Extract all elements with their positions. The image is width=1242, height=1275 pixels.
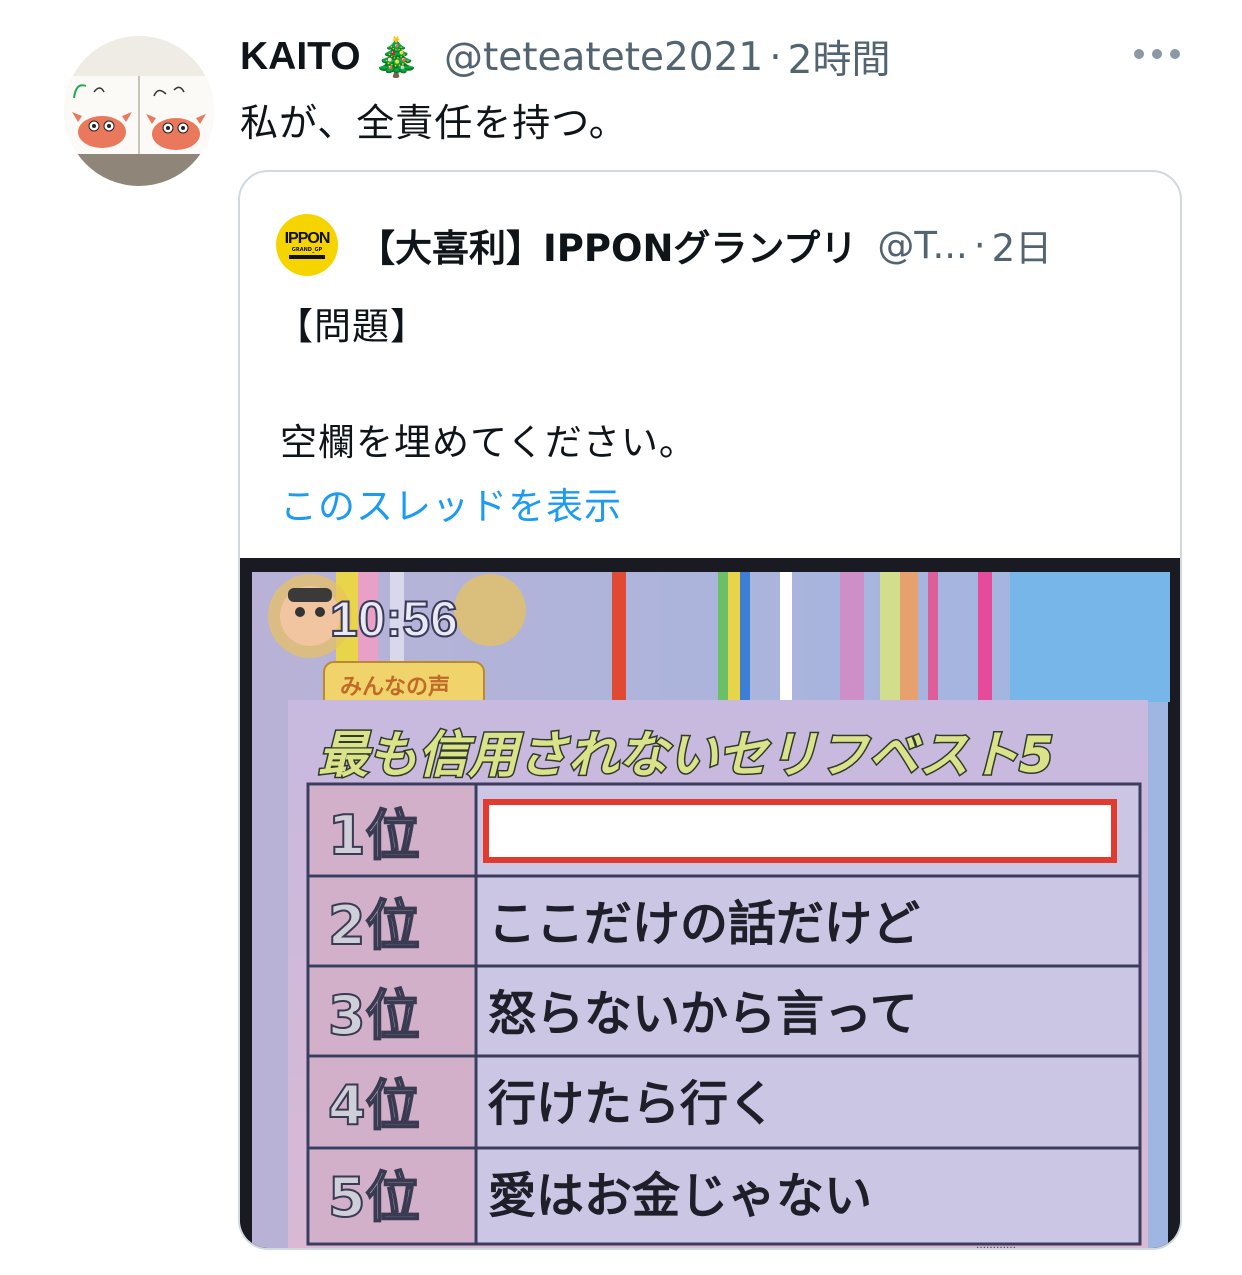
clock-text: 10:56 [330,591,458,647]
footer-caption: ………… [976,1240,1016,1250]
blank-answer-box [483,799,1117,863]
rank-label: 3位 [328,984,420,1047]
quoted-display-name[interactable]: 【大喜利】IPPONグランプリ [358,218,857,272]
christmas-tree-icon: 🎄 [372,34,420,79]
quoted-tweet-header: IPPON GRAND_GP 【大喜利】IPPONグランプリ @T... · 2… [276,214,1052,276]
dot [1170,49,1180,59]
rank-label: 1位 [328,804,420,867]
tv-ranking-screenshot: 10:56 みんなの声 最も信用されないセリフベスト5 1位 2位 3位 4位 … [240,558,1180,1250]
quoted-tweet-card[interactable]: IPPON GRAND_GP 【大喜利】IPPONグランプリ @T... · 2… [238,170,1182,1250]
ippon-logo-avatar-icon[interactable]: IPPON GRAND_GP [276,214,338,276]
rank-entry: ここだけの話だけど [488,896,920,952]
rank-label: 2位 [328,894,420,957]
separator-dot: · [769,34,782,80]
quoted-media-image[interactable]: 10:56 みんなの声 最も信用されないセリフベスト5 1位 2位 3位 4位 … [240,558,1180,1250]
rank-entry: 行けたら行く [488,1076,776,1132]
ranking-title: 最も信用されないセリフベスト5 [318,726,1054,784]
quoted-timestamp[interactable]: 2日 [992,218,1053,272]
show-thread-link[interactable]: このスレッドを表示 [280,476,622,530]
user-avatar[interactable] [64,36,214,186]
rank-entry: 愛はお金じゃない [488,1168,872,1224]
dot [1134,49,1144,59]
tweet-text: 私が、全責任を持つ。 [240,101,628,145]
rank-entry: 怒らないから言って [488,986,918,1042]
rank-label: 5位 [328,1166,420,1229]
quoted-text-line: 【問題】 [276,305,428,348]
quoted-user-handle[interactable]: @T... [877,224,968,267]
avatar-logo-text: IPPON [284,230,331,247]
more-dots-icon[interactable] [1134,43,1180,65]
avatar-logo-bar [289,255,325,259]
display-name[interactable]: KAITO [240,35,361,79]
separator-dot: · [973,223,986,267]
tweet-header: KAITO 🎄 @teteatete2021 · 2時間 [240,29,891,85]
quoted-text-line: 空欄を埋めてください。 [280,421,697,464]
avatar-logo-subtext: GRAND_GP [291,247,323,253]
dot [1152,49,1162,59]
user-handle[interactable]: @teteatete2021 [444,35,763,80]
crab-drawing-avatar-icon [64,36,214,186]
corner-badge-text: みんなの声 [340,675,450,700]
tweet-timestamp[interactable]: 2時間 [788,29,891,85]
rank-label: 4位 [328,1074,420,1137]
